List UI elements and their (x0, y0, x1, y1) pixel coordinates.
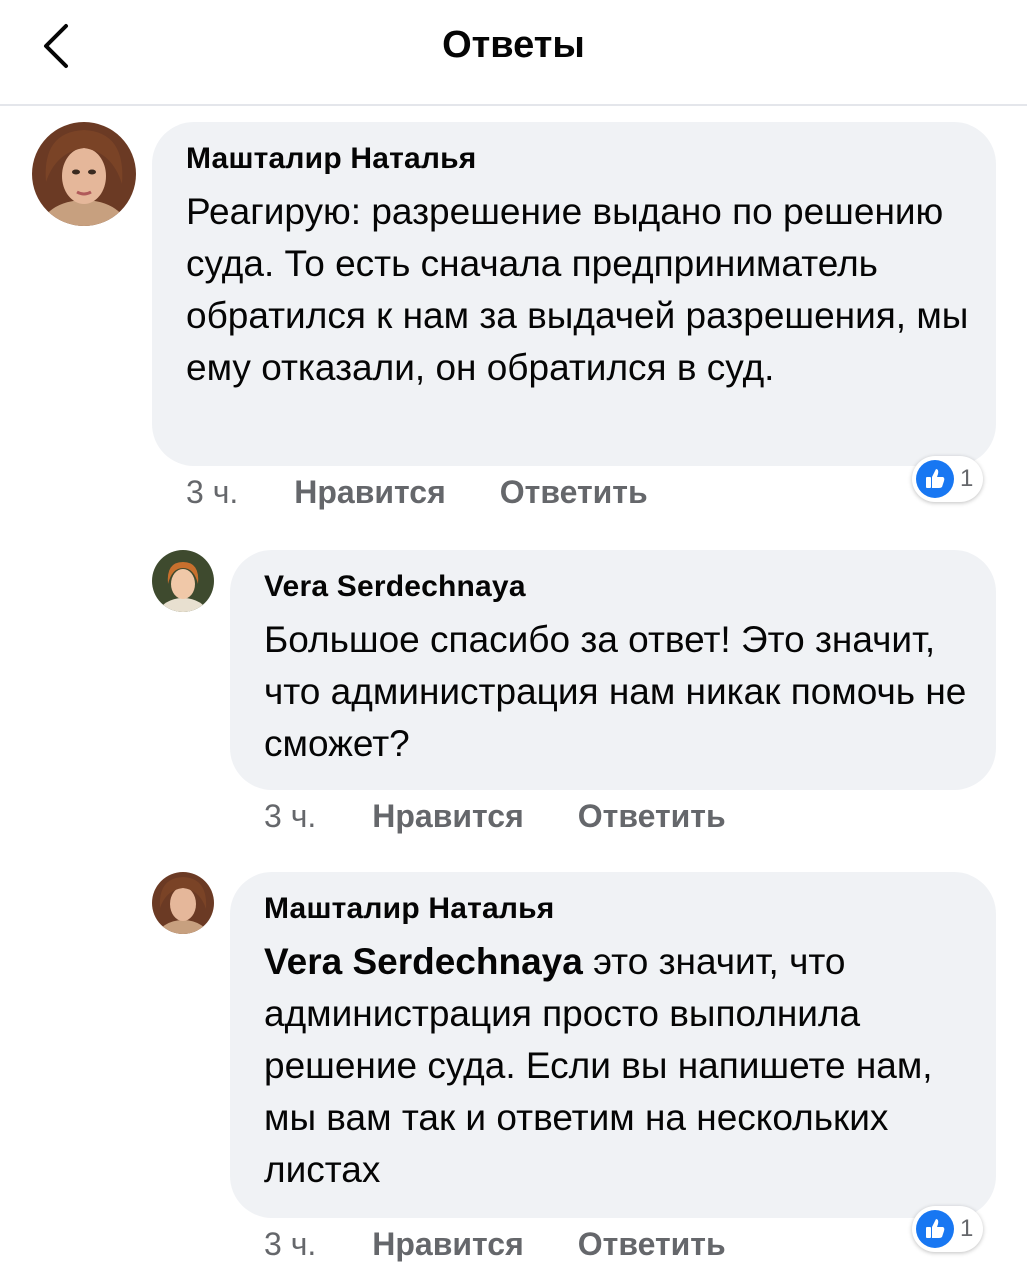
comment-actions: 3 ч. Нравится Ответить (264, 798, 726, 835)
comment-time[interactable]: 3 ч. (264, 1226, 316, 1263)
thumbs-up-icon (916, 460, 954, 498)
like-button[interactable]: Нравится (372, 798, 524, 835)
comment-author[interactable]: Машталир Наталья (186, 142, 976, 176)
top-bar: Ответы (0, 0, 1027, 106)
comment-bubble: Машталир Наталья Vera Serdechnaya это зн… (230, 872, 996, 1218)
mention-link[interactable]: Vera Serdechnaya (264, 941, 583, 982)
comment-author[interactable]: Машталир Наталья (264, 892, 976, 926)
comment-text: Реагирую: разрешение выдано по решению с… (186, 191, 969, 388)
avatar[interactable] (32, 122, 136, 226)
page-title: Ответы (442, 24, 585, 66)
avatar-image (152, 872, 214, 934)
reply-button[interactable]: Ответить (578, 798, 726, 835)
avatar[interactable] (152, 550, 214, 612)
comment-bubble: Vera Serdechnaya Большое спасибо за отве… (230, 550, 996, 790)
reaction-badge[interactable]: 1 (912, 1206, 984, 1252)
reply-button[interactable]: Ответить (578, 1226, 726, 1263)
reaction-count: 1 (960, 465, 974, 492)
avatar-image (152, 550, 214, 612)
avatar[interactable] (152, 872, 214, 934)
thumbs-up-icon (916, 1210, 954, 1248)
comment-text: Vera Serdechnaya это значит, что админис… (264, 936, 976, 1196)
like-button[interactable]: Нравится (372, 1226, 524, 1263)
reaction-count: 1 (960, 1215, 974, 1242)
comment-text: Большое спасибо за ответ! Это значит, чт… (264, 619, 967, 764)
reaction-badge[interactable]: 1 (912, 456, 984, 502)
avatar-image (32, 122, 136, 226)
comment-bubble: Машталир Наталья Реагирую: разрешение вы… (152, 122, 996, 466)
reply-button[interactable]: Ответить (500, 474, 648, 511)
comment-author[interactable]: Vera Serdechnaya (264, 570, 976, 604)
comment-actions: 3 ч. Нравится Ответить (186, 474, 648, 511)
comment-time[interactable]: 3 ч. (264, 798, 316, 835)
comment-time[interactable]: 3 ч. (186, 474, 238, 511)
like-button[interactable]: Нравится (294, 474, 446, 511)
comment-actions: 3 ч. Нравится Ответить (264, 1226, 726, 1263)
